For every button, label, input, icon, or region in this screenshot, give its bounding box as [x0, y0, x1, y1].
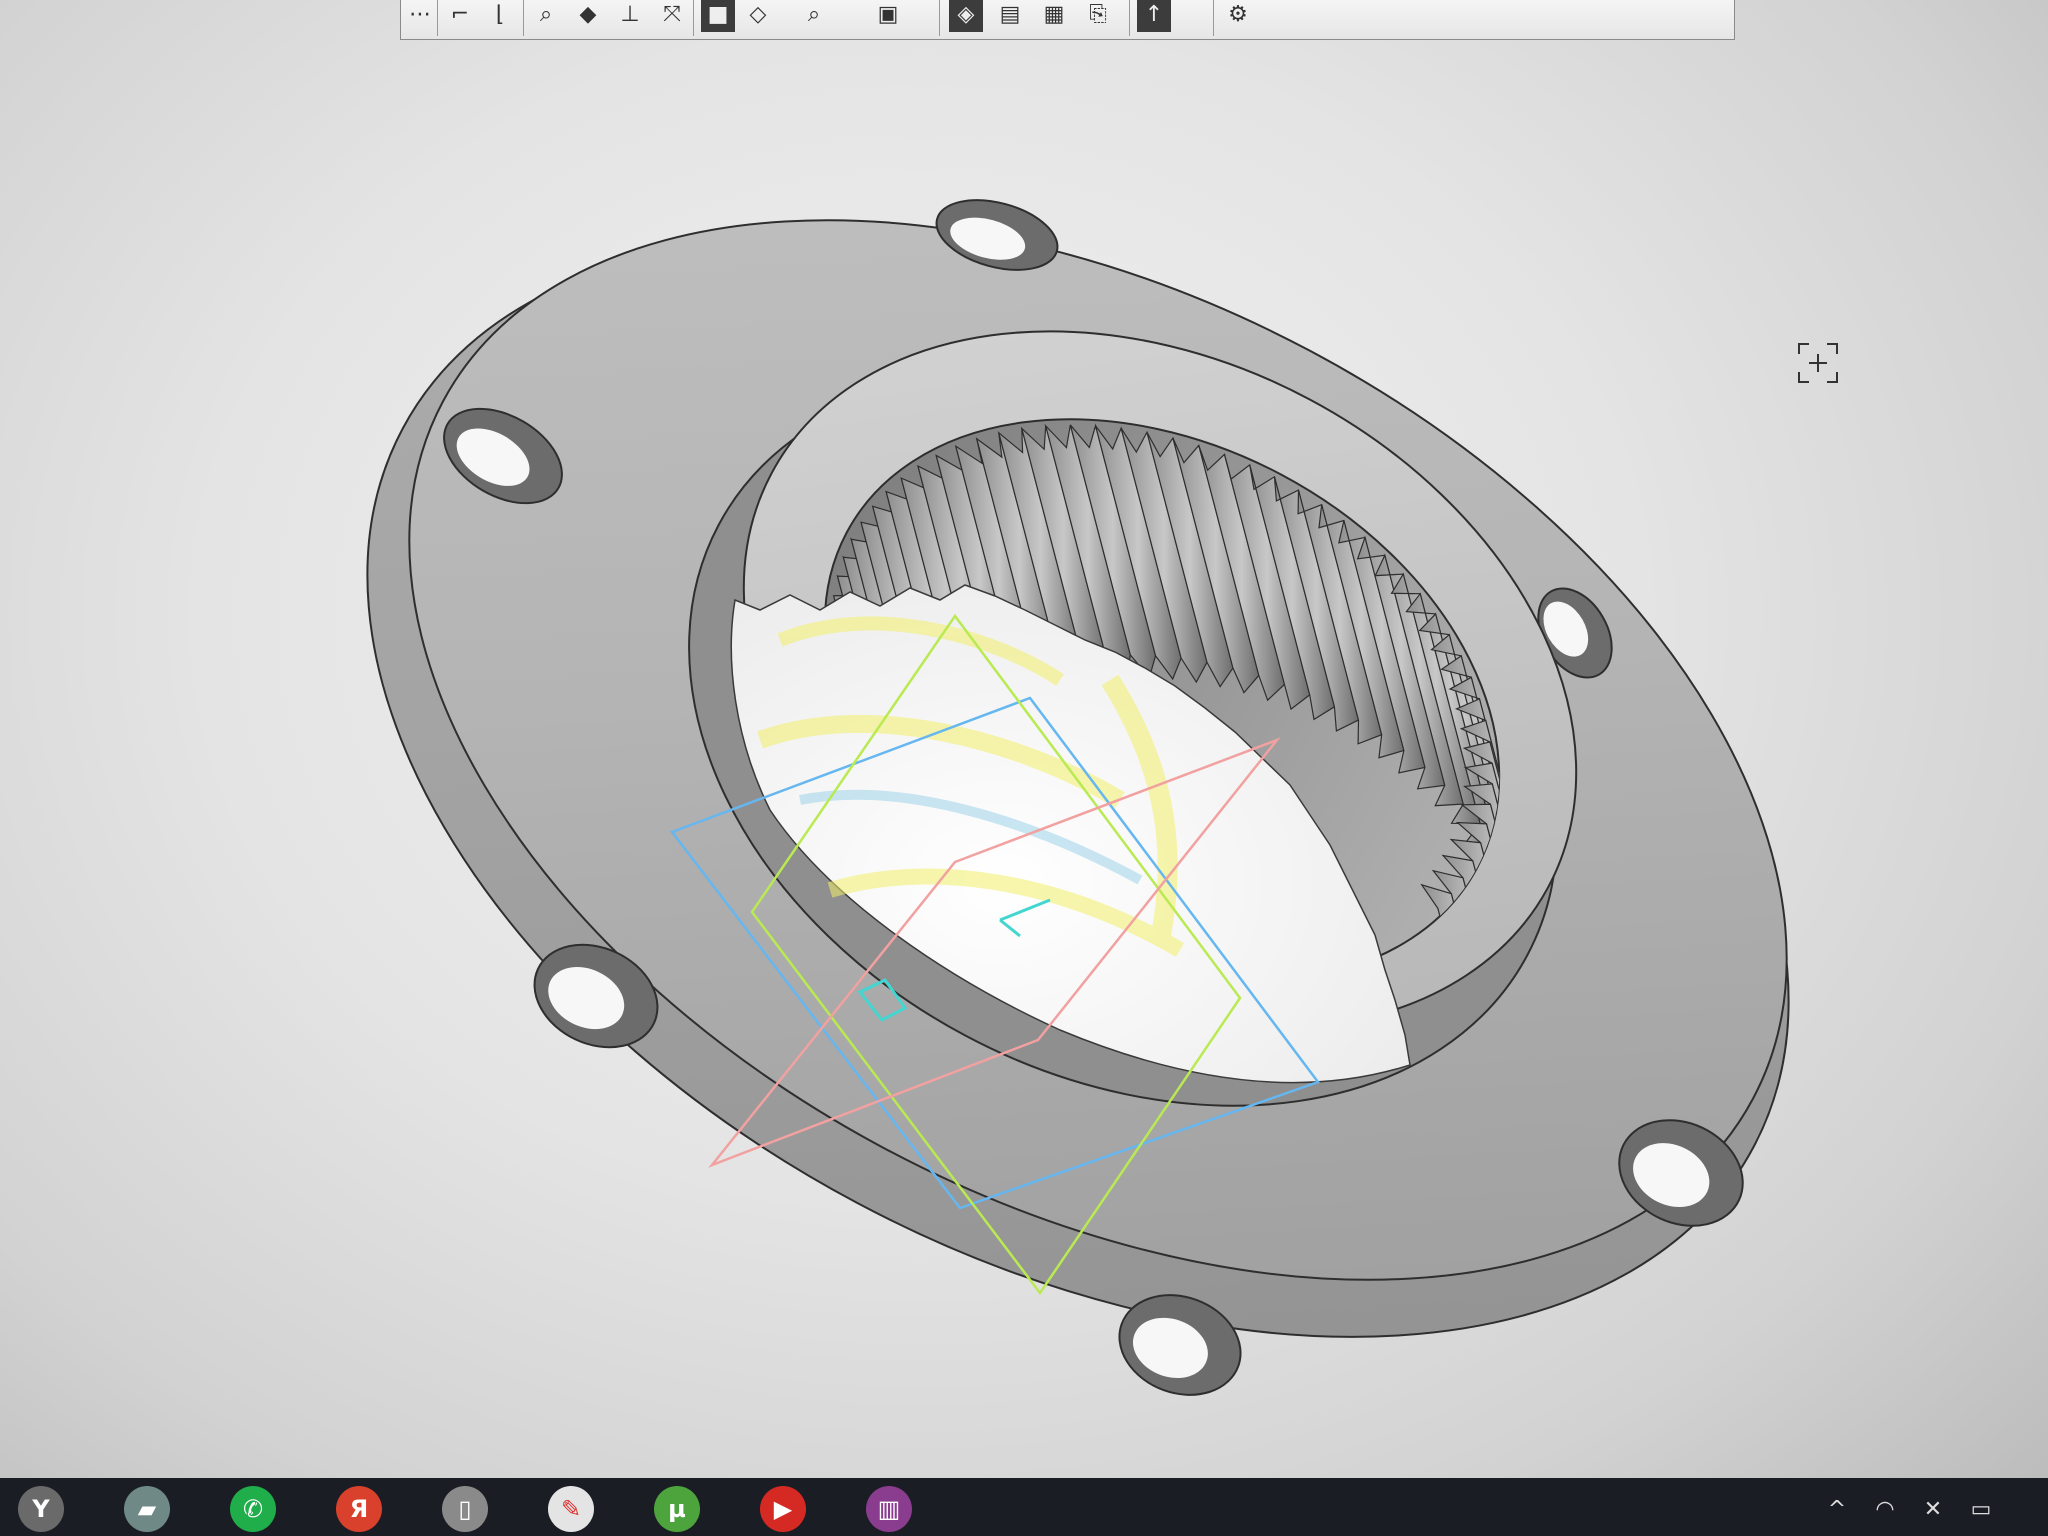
fit-view-icon[interactable]: [1795, 340, 1841, 386]
properties-icon[interactable]: ▦: [1037, 0, 1071, 32]
winrar-icon[interactable]: ▥: [866, 1486, 912, 1532]
utorrent-icon[interactable]: µ: [654, 1486, 700, 1532]
youtube-icon[interactable]: ▶: [760, 1486, 806, 1532]
toolbar-separator: [939, 0, 940, 36]
3d-viewport[interactable]: [0, 40, 2048, 1476]
export-icon[interactable]: ⎘: [1081, 0, 1115, 32]
sketch-icon[interactable]: ⌐: [443, 0, 477, 32]
show-hidden-icons-icon[interactable]: ^: [1822, 1494, 1852, 1524]
yandex-icon[interactable]: Я: [336, 1486, 382, 1532]
search-icon[interactable]: ⌕: [797, 0, 831, 32]
toolbar-separator: [1129, 0, 1130, 36]
yandex-browser-icon[interactable]: Y: [18, 1486, 64, 1532]
whatsapp-icon[interactable]: ✆: [230, 1486, 276, 1532]
zoom-icon[interactable]: ⌕: [529, 0, 563, 32]
toolbar-separator: [693, 0, 694, 36]
network-icon[interactable]: ◠: [1870, 1494, 1900, 1524]
settings-icon[interactable]: ⚙: [1221, 0, 1255, 32]
toolbar-separator: [437, 0, 438, 36]
volume-muted-icon[interactable]: ✕: [1918, 1494, 1948, 1524]
toolbar-separator: [1213, 0, 1214, 36]
measure-icon[interactable]: ↑: [1137, 0, 1171, 32]
shaded-view-icon[interactable]: ■: [701, 0, 735, 32]
battery-icon[interactable]: ▭: [1966, 1494, 1996, 1524]
paint-icon[interactable]: ✎: [548, 1486, 594, 1532]
extrude-icon[interactable]: ⊥: [613, 0, 647, 32]
toolbar-separator: [523, 0, 524, 36]
file-app-icon[interactable]: ▰: [124, 1486, 170, 1532]
taskbar: Y ▰ ✆ Я ▯ ✎ µ ▶ ▥ ^ ◠ ✕ ▭: [0, 1478, 2048, 1536]
fill-icon[interactable]: ◆: [571, 0, 605, 32]
constraint-icon[interactable]: ⌊: [483, 0, 517, 32]
move-icon[interactable]: ⤧: [655, 0, 689, 32]
render-mode-icon[interactable]: ◈: [949, 0, 983, 32]
flange-model: [366, 199, 1790, 1396]
layers-icon[interactable]: ▤: [993, 0, 1027, 32]
wireframe-view-icon[interactable]: ◇: [741, 0, 775, 32]
document-icon[interactable]: ▯: [442, 1486, 488, 1532]
cad-toolbar: ⋯ ⌐ ⌊ ⌕ ◆ ⊥ ⤧ ■ ◇ ⌕ ▣ ◈ ▤ ▦ ⎘ ↑ ⚙: [400, 0, 1735, 40]
overflow-icon[interactable]: ⋯: [403, 0, 437, 32]
camera-icon[interactable]: ▣: [871, 0, 905, 32]
